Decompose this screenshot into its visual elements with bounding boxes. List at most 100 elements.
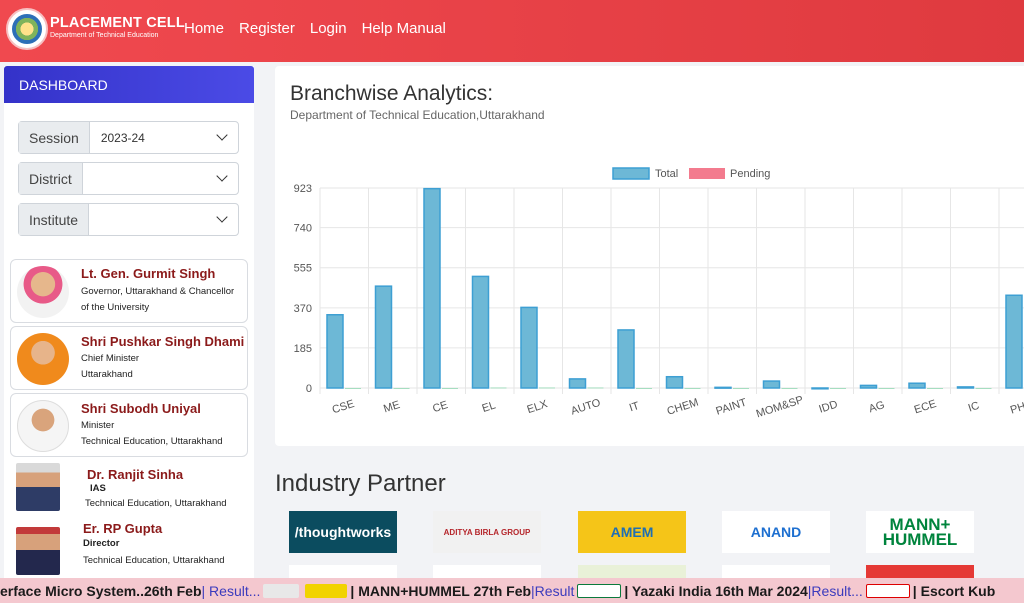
industry-partner-logo-partial[interactable]	[722, 565, 830, 578]
bar-pending	[345, 388, 361, 389]
person-card-secretary: Dr. Ranjit Sinha IAS Technical Education…	[10, 459, 248, 523]
x-tick-label: AUTO	[570, 397, 603, 418]
y-tick-label: 370	[294, 303, 312, 315]
bar-pending	[927, 388, 943, 389]
person-org: Technical Education, Uttarakhand	[81, 436, 223, 447]
bar-total	[1005, 294, 1023, 389]
ticker-item: | Escort Kub	[912, 582, 996, 599]
bar-pending	[490, 387, 507, 389]
legend-label-pending: Pending	[730, 168, 770, 180]
x-tick-label: ECE	[913, 398, 938, 416]
person-title: IAS	[90, 483, 106, 494]
bar-total	[714, 386, 732, 389]
x-tick-label: CHEM	[666, 396, 701, 417]
main-nav: Home Register Login Help Manual	[184, 20, 446, 37]
x-tick-label: PAINT	[714, 396, 748, 417]
nav-login[interactable]: Login	[310, 20, 347, 37]
bar-pending	[442, 388, 458, 389]
person-card-chief-minister: Shri Pushkar Singh Dhami Chief Minister …	[10, 326, 248, 390]
minister-photo	[17, 400, 69, 452]
district-select[interactable]: District	[18, 162, 239, 195]
x-tick-label: ELX	[526, 398, 550, 416]
industry-partner-logo-partial[interactable]	[433, 565, 541, 578]
industry-partner-logo-partial[interactable]	[578, 565, 686, 578]
ticker-result-link[interactable]: |Result	[531, 583, 574, 599]
bar-total	[956, 386, 975, 389]
bar-pending	[733, 388, 749, 389]
industry-partner-logo[interactable]: /thoughtworks	[289, 511, 397, 553]
y-tick-label: 555	[294, 263, 312, 275]
uttarakhand-emblem-logo[interactable]	[6, 8, 48, 50]
ticker-item: | MANN+HUMMEL 27th Feb	[350, 582, 532, 599]
x-tick-label: CE	[431, 399, 449, 415]
bar-total	[423, 187, 441, 389]
bar-pending	[587, 387, 604, 389]
legend-swatch-total	[612, 167, 650, 180]
bar-pending	[636, 388, 652, 389]
institute-select[interactable]: Institute	[18, 203, 239, 236]
bar-pending	[684, 388, 701, 389]
district-value[interactable]	[83, 163, 238, 194]
yazaki-logo-icon	[865, 583, 910, 598]
sidebar: DASHBOARD Session 2023-24 District Insti…	[4, 66, 254, 586]
brand-title[interactable]: PLACEMENT CELL	[50, 15, 185, 31]
industry-partner-logo[interactable]: ADITYA BIRLA GROUP	[433, 511, 541, 553]
nav-register[interactable]: Register	[239, 20, 295, 37]
bar-pending	[830, 388, 846, 389]
bar-pending	[539, 387, 555, 389]
top-navbar: PLACEMENT CELL Department of Technical E…	[0, 0, 1024, 62]
x-tick-label: IDD	[817, 398, 839, 415]
industry-partner-logo[interactable]: AMEM	[578, 511, 686, 553]
new-badge-icon	[305, 583, 348, 598]
legend-swatch-pending	[689, 168, 725, 179]
industry-partner-logo[interactable]: MANN+ HUMMEL	[866, 511, 974, 553]
person-org: Technical Education, Uttarakhand	[83, 555, 225, 566]
session-value[interactable]: 2023-24	[90, 122, 238, 153]
branchwise-bar-chart[interactable]: 0 185 370 555 740 923 CSE ME CE EL ELX AUTO IT CHEM PA…	[275, 66, 1024, 446]
bar-total	[908, 382, 926, 389]
person-name: Er. RP Gupta	[83, 521, 163, 536]
ticker-result-link[interactable]: |Result...	[808, 583, 863, 599]
chief-minister-photo	[17, 333, 69, 385]
industry-partner-logo-partial[interactable]	[289, 565, 397, 578]
y-tick-label: 185	[294, 343, 312, 355]
bar-pending	[975, 388, 992, 389]
y-tick-label: 923	[294, 183, 312, 195]
industry-partner-logo-partial[interactable]	[866, 565, 974, 578]
session-select[interactable]: Session 2023-24	[18, 121, 239, 154]
x-tick-label: CSE	[331, 398, 356, 416]
industry-partner-logo[interactable]: ANAND	[722, 511, 830, 553]
y-tick-label: 0	[306, 383, 312, 395]
y-tick-label: 740	[294, 223, 312, 235]
person-card-governor: Lt. Gen. Gurmit Singh Governor, Uttarakh…	[10, 259, 248, 323]
district-label: District	[19, 163, 83, 194]
director-photo	[16, 527, 60, 575]
x-tick-label: ME	[382, 399, 401, 416]
bar-total	[811, 387, 829, 390]
news-ticker[interactable]: erface Micro System..26th Feb | Result..…	[0, 578, 1024, 603]
session-label: Session	[19, 122, 90, 153]
governor-photo	[17, 266, 69, 318]
nav-help-manual[interactable]: Help Manual	[362, 20, 446, 37]
person-title: Governor, Uttarakhand & Chancellor	[81, 286, 235, 297]
person-card-director: Er. RP Gupta Director Technical Educatio…	[10, 521, 248, 585]
institute-value[interactable]	[89, 204, 238, 235]
x-tick-label: AG	[867, 399, 886, 415]
bar-total	[617, 329, 635, 389]
dashboard-header[interactable]: DASHBOARD	[4, 66, 254, 103]
ticker-item: | Yazaki India 16th Mar 2024	[624, 582, 808, 599]
nav-home[interactable]: Home	[184, 20, 224, 37]
bar-total	[374, 285, 393, 389]
industry-partner-title: Industry Partner	[275, 470, 446, 497]
ticker-result-link[interactable]: | Result...	[202, 583, 261, 599]
bar-pending	[393, 388, 410, 389]
person-org: Technical Education, Uttarakhand	[85, 498, 227, 509]
legend-label-total: Total	[655, 168, 678, 180]
mann-hummel-logo-icon	[577, 583, 622, 598]
brand-subtitle: Department of Technical Education	[50, 32, 159, 39]
branchwise-analytics-panel: Branchwise Analytics: Department of Tech…	[275, 66, 1024, 446]
person-name: Lt. Gen. Gurmit Singh	[81, 266, 216, 281]
bar-total	[520, 306, 538, 389]
bar-pending	[781, 388, 798, 389]
bar-total	[762, 380, 781, 389]
